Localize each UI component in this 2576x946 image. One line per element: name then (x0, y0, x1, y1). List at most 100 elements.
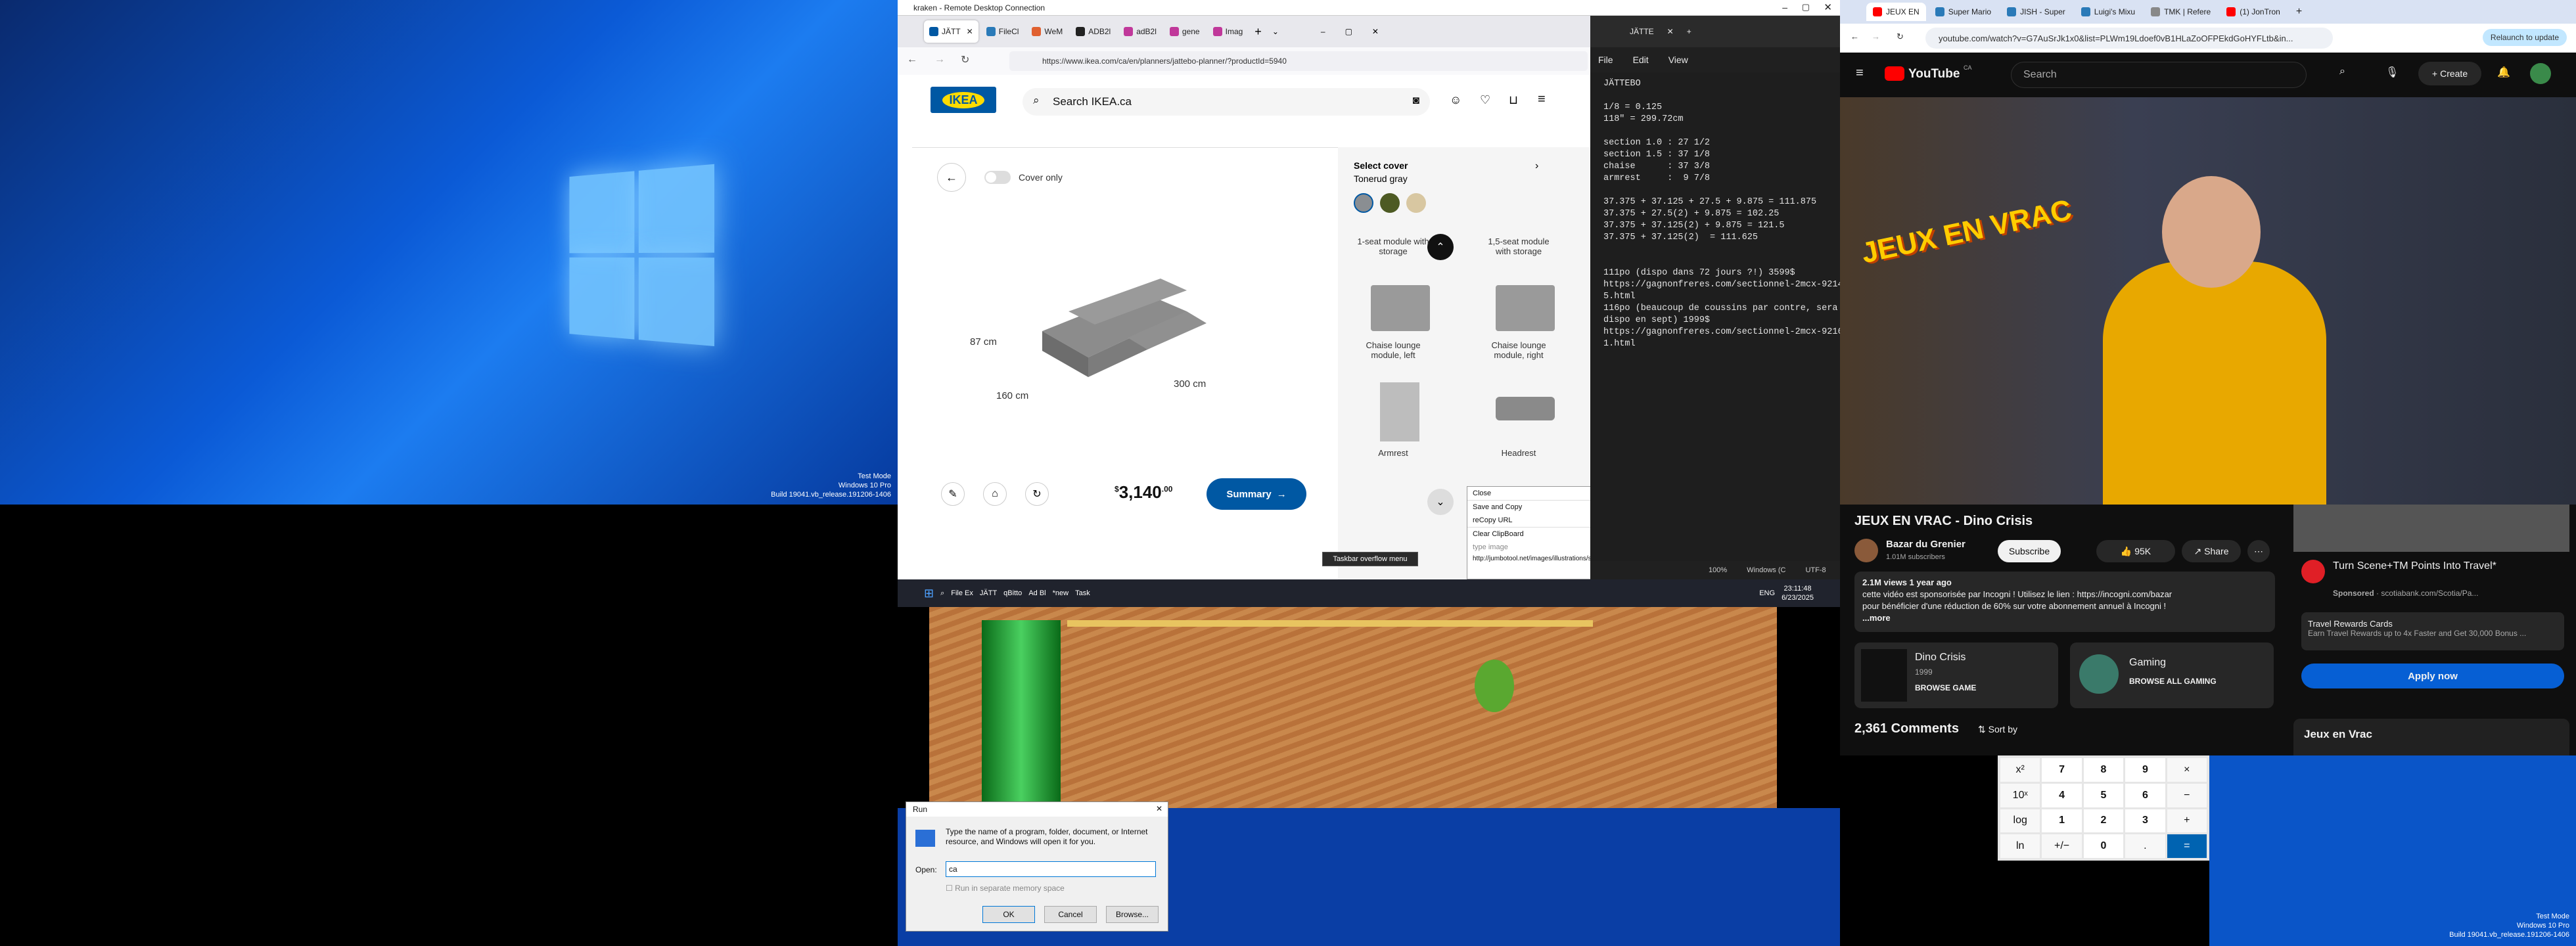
tab-adb2l-2[interactable]: adB2l (1118, 20, 1162, 43)
start-icon[interactable]: ⊞ (924, 587, 934, 600)
cover-only-toggle[interactable] (984, 171, 1011, 184)
forward-icon[interactable]: → (934, 54, 945, 66)
qbittorrent-item[interactable]: qBitto (1003, 589, 1022, 597)
language[interactable]: ENG (1759, 589, 1775, 597)
share-button[interactable]: ↗ Share (2182, 540, 2241, 562)
maximize-icon[interactable]: ▢ (1345, 27, 1352, 36)
calc-key-7[interactable]: 7 (2042, 758, 2082, 782)
reload-icon[interactable]: ↻ (1897, 32, 1904, 42)
menu-view[interactable]: View (1668, 55, 1688, 65)
tab-imag[interactable]: Imag (1208, 20, 1249, 43)
chevron-down-icon[interactable]: ⌄ (1272, 27, 1279, 36)
run-checkbox[interactable]: ☐ Run in separate memory space (946, 884, 1065, 893)
sofa-button[interactable]: ⌂ (983, 482, 1007, 506)
swatch-green[interactable] (1380, 193, 1400, 213)
module-label[interactable]: 1-seat module with storage (1354, 236, 1433, 256)
calc-key-9[interactable]: 9 (2125, 758, 2165, 782)
calc-key-2[interactable]: 2 (2083, 809, 2124, 833)
back-icon[interactable]: ← (907, 54, 917, 66)
swatch-beige[interactable] (1406, 193, 1426, 213)
maximize-icon[interactable]: ▢ (1802, 2, 1810, 12)
like-button[interactable]: 👍 95K (2096, 540, 2175, 562)
channel-name[interactable]: Bazar du Grenier (1886, 539, 1966, 550)
calc-key-negate[interactable]: +/− (2042, 834, 2082, 858)
address-field[interactable]: youtube.com/watch?v=G7AuSrJk1x0&list=PLW… (1925, 28, 2333, 49)
tab-adb2l[interactable]: ADB2l (1070, 20, 1116, 43)
cart-icon[interactable]: ⊔ (1509, 93, 1518, 107)
chaise-right-image[interactable] (1496, 285, 1555, 331)
youtube-brand[interactable]: YouTube (1908, 67, 1960, 81)
chaise-left-image[interactable] (1371, 285, 1430, 331)
camera-icon[interactable]: ◙ (1413, 94, 1419, 107)
search-icon[interactable]: ⌕ (2339, 66, 2345, 78)
search-icon[interactable]: ⌕ (940, 589, 944, 598)
create-button[interactable]: + Create (2418, 62, 2481, 85)
notepad-tab[interactable]: JÄTTE (1630, 27, 1654, 36)
menu-file[interactable]: File (1598, 55, 1613, 65)
back-button[interactable]: ← (937, 163, 966, 192)
close-icon[interactable]: ✕ (1372, 27, 1379, 36)
close-icon[interactable]: ✕ (1156, 804, 1162, 813)
forward-icon[interactable]: → (1872, 32, 1880, 41)
scroll-down-button[interactable]: ⌄ (1427, 489, 1454, 515)
sort-button[interactable]: ⇅ Sort by (1978, 724, 2017, 735)
ad-card[interactable]: Travel Rewards Cards Earn Travel Rewards… (2301, 612, 2564, 650)
calc-key-plus[interactable]: + (2167, 809, 2207, 833)
cancel-button[interactable]: Cancel (1044, 906, 1097, 923)
game-window[interactable] (929, 607, 1777, 808)
tab-gene[interactable]: gene (1164, 20, 1205, 43)
ad-title[interactable]: Turn Scene+TM Points Into Travel* (2333, 560, 2530, 573)
summary-button[interactable]: Summary → (1207, 478, 1306, 510)
calc-key-equals[interactable]: = (2167, 834, 2207, 858)
reload-icon[interactable]: ↻ (961, 53, 969, 66)
notepad-text[interactable]: JÄTTEBO 1/8 = 0.125 118" = 299.72cm sect… (1603, 78, 1849, 350)
channel-avatar[interactable] (1854, 539, 1878, 562)
minimize-icon[interactable]: – (1782, 2, 1787, 12)
calc-key-0[interactable]: 0 (2083, 834, 2124, 858)
new-tab-icon[interactable]: + (1254, 25, 1262, 39)
tab-jattebo[interactable]: JÄTT ✕ (924, 20, 978, 43)
calc-key-5[interactable]: 5 (2083, 783, 2124, 807)
menu-icon[interactable]: ≡ (1856, 66, 1864, 81)
game-card[interactable]: Dino Crisis 1999 BROWSE GAME (1854, 642, 2058, 708)
calc-key-decimal[interactable]: . (2125, 834, 2165, 858)
new-item[interactable]: *new (1053, 589, 1069, 597)
ok-button[interactable]: OK (982, 906, 1035, 923)
avatar[interactable] (2530, 63, 2551, 84)
calc-key-4[interactable]: 4 (2042, 783, 2082, 807)
heart-icon[interactable]: ♡ (1480, 93, 1490, 107)
menu-icon[interactable]: ≡ (1538, 92, 1546, 107)
bell-icon[interactable]: 🔔 (2497, 66, 2510, 79)
module-label[interactable]: Chaise lounge module, left (1354, 340, 1433, 360)
swatch-gray[interactable] (1354, 193, 1373, 213)
youtube-search-input[interactable]: Search (2011, 62, 2307, 88)
tab-jontron[interactable]: (1) JonTron (2220, 3, 2287, 21)
calc-key-10x[interactable]: 10ˣ (2000, 783, 2040, 807)
calc-key-multiply[interactable]: × (2167, 758, 2207, 782)
close-icon[interactable]: ✕ (1824, 1, 1832, 13)
tab-mario[interactable]: Super Mario (1929, 3, 1998, 21)
calc-key-ln[interactable]: ln (2000, 834, 2040, 858)
calc-key-minus[interactable]: − (2167, 783, 2207, 807)
module-label[interactable]: Armrest (1354, 448, 1433, 458)
mic-icon[interactable]: 🎙 (2385, 66, 2399, 79)
user-icon[interactable]: ☺ (1450, 93, 1461, 107)
calc-key-log[interactable]: log (2000, 809, 2040, 833)
adblock-item[interactable]: Ad Bl (1028, 589, 1046, 597)
task-item[interactable]: Task (1075, 589, 1090, 597)
video-player[interactable]: JEUX EN VRAC (1840, 97, 2576, 505)
file-explorer-item[interactable]: File Ex (951, 589, 973, 597)
minimize-icon[interactable]: – (1321, 27, 1325, 36)
browse-button[interactable]: Browse... (1106, 906, 1159, 923)
armrest-image[interactable] (1380, 382, 1419, 441)
apply-now-button[interactable]: Apply now (2301, 664, 2564, 688)
tab-tmk[interactable]: TMK | Refere (2144, 3, 2217, 21)
chevron-right-icon[interactable]: › (1535, 160, 1538, 172)
youtube-logo-icon[interactable] (1885, 66, 1904, 81)
headrest-image[interactable] (1496, 397, 1555, 420)
rotate-button[interactable]: ↻ (1025, 482, 1049, 506)
new-tab-icon[interactable]: + (2296, 6, 2302, 18)
tab-luigi[interactable]: Luigi's Mixu (2075, 3, 2142, 21)
calc-key-1[interactable]: 1 (2042, 809, 2082, 833)
calc-key-3[interactable]: 3 (2125, 809, 2165, 833)
